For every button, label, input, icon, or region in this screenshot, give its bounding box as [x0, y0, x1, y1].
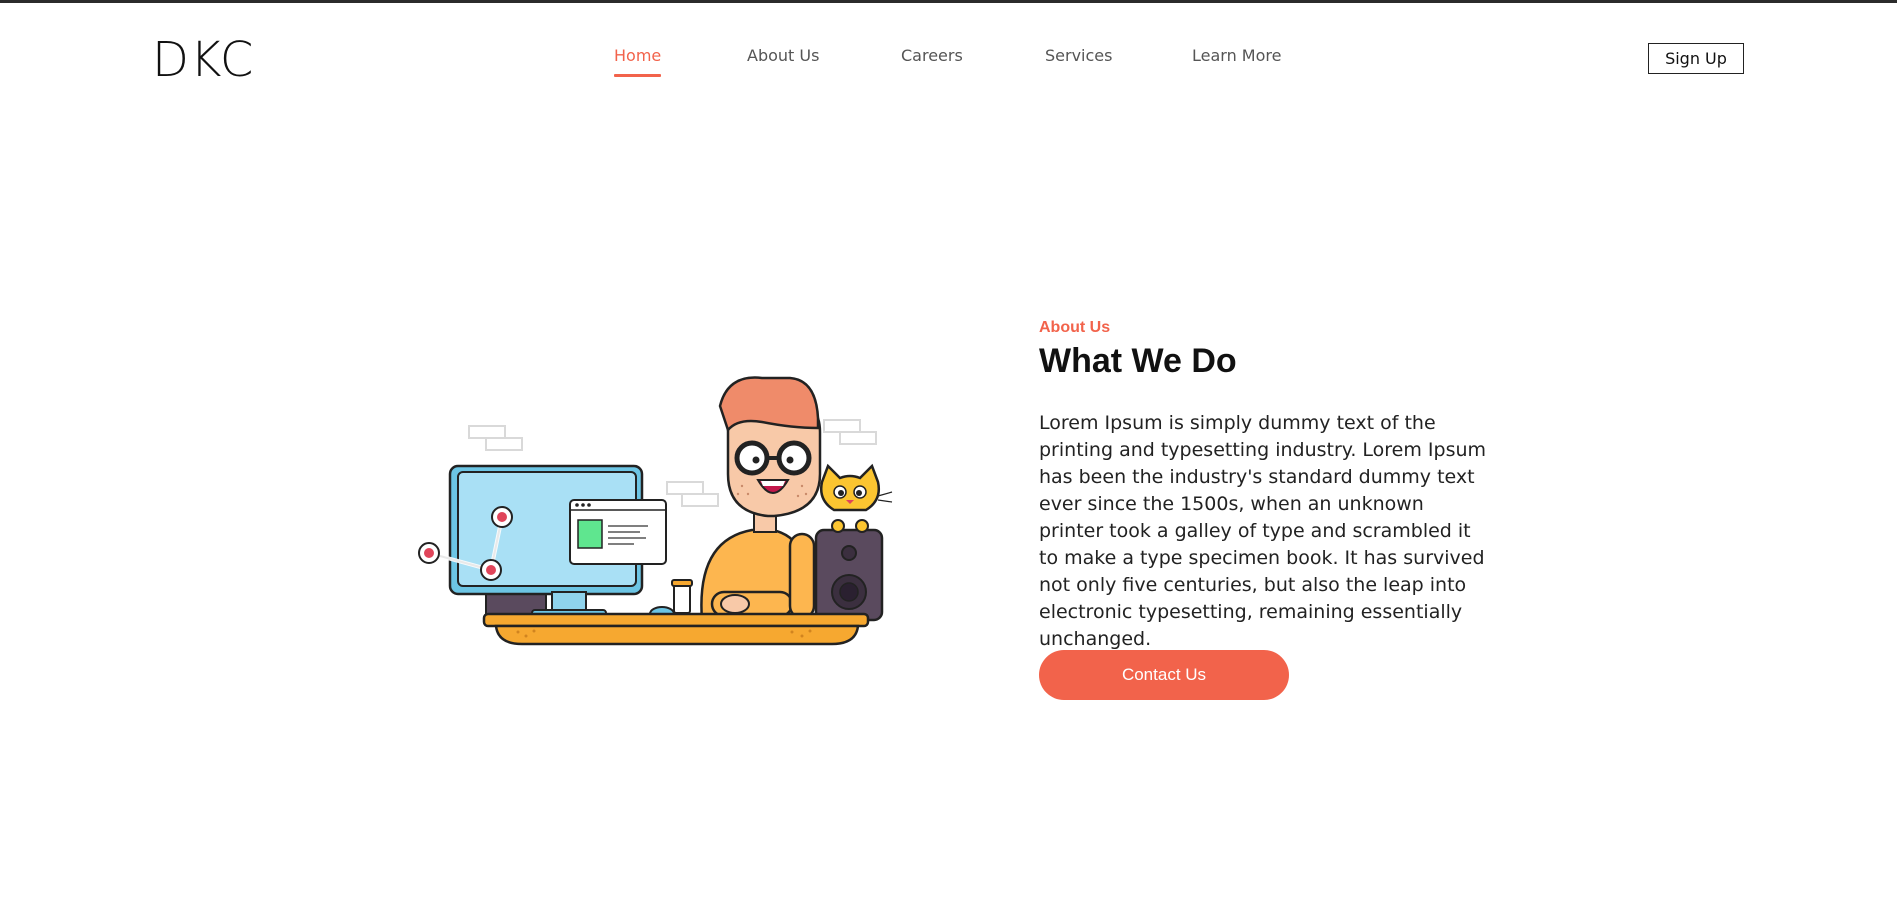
nav-about-us-label: About Us [747, 46, 820, 65]
nav-services-label: Services [1045, 46, 1113, 65]
developer-at-desk-illustration [418, 376, 893, 646]
sign-up-button[interactable]: Sign Up [1648, 43, 1744, 74]
nav-careers-label: Careers [901, 46, 963, 65]
nav-home[interactable]: Home [614, 46, 662, 77]
nav-about-us[interactable]: About Us [747, 46, 819, 65]
section-eyebrow: About Us [1039, 319, 1111, 336]
brand-logo[interactable]: DKC [152, 30, 254, 90]
section-body-text: Lorem Ipsum is simply dummy text of the … [1039, 412, 1487, 650]
nav-home-label: Home [614, 46, 662, 65]
top-border [0, 0, 1897, 3]
active-nav-indicator [614, 74, 662, 77]
nav-learn-more-label: Learn More [1192, 46, 1282, 65]
contact-us-button[interactable]: Contact Us [1039, 650, 1289, 700]
nav-careers[interactable]: Careers [901, 46, 963, 65]
section-title: What We Do [1039, 342, 1237, 380]
nav-learn-more[interactable]: Learn More [1192, 46, 1281, 65]
nav-services[interactable]: Services [1045, 46, 1112, 65]
